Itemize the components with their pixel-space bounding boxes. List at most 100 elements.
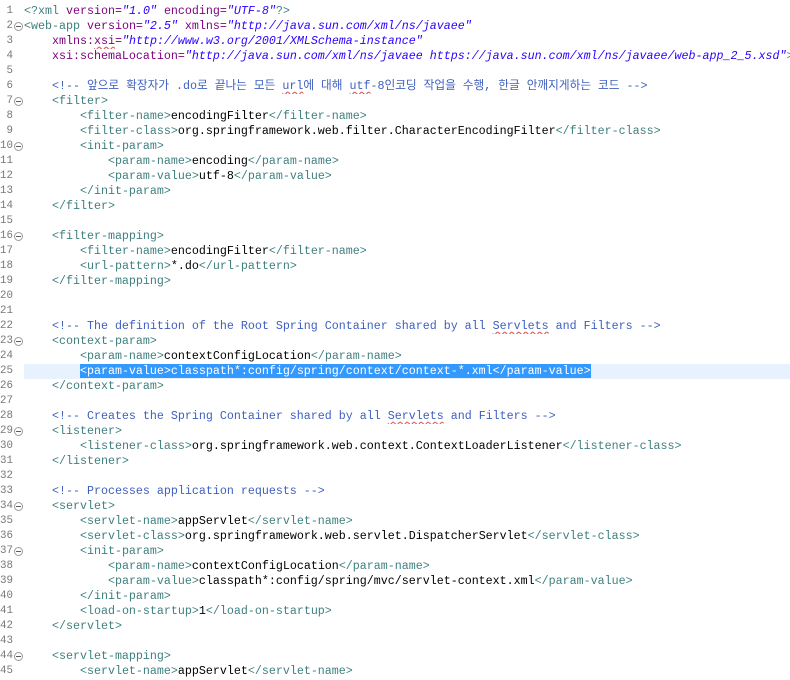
line-text[interactable]: </servlet> bbox=[24, 619, 790, 634]
code-line[interactable]: 21 bbox=[0, 304, 790, 319]
line-text[interactable]: <!-- 앞으로 확장자가 .do로 끝나는 모든 url에 대해 utf-8인… bbox=[24, 79, 790, 94]
code-line[interactable]: 4 xsi:schemaLocation="http://java.sun.co… bbox=[0, 49, 790, 64]
line-text[interactable]: <filter-name>encodingFilter</filter-name… bbox=[24, 244, 790, 259]
code-line[interactable]: 18 <url-pattern>*.do</url-pattern> bbox=[0, 259, 790, 274]
line-text[interactable]: <!-- Creates the Spring Container shared… bbox=[24, 409, 790, 424]
code-line[interactable]: 38 <param-name>contextConfigLocation</pa… bbox=[0, 559, 790, 574]
line-text[interactable]: <init-param> bbox=[24, 139, 790, 154]
code-line[interactable]: 35 <servlet-name>appServlet</servlet-nam… bbox=[0, 514, 790, 529]
code-line[interactable]: 40 </init-param> bbox=[0, 589, 790, 604]
code-line[interactable]: 42 </servlet> bbox=[0, 619, 790, 634]
line-text[interactable] bbox=[24, 394, 790, 409]
code-line[interactable]: 31 </listener> bbox=[0, 454, 790, 469]
line-text[interactable] bbox=[24, 304, 790, 319]
xml-source-editor[interactable]: 1 <?xml version="1.0" encoding="UTF-8"?> 2… bbox=[0, 0, 790, 680]
code-line[interactable]: 41 <load-on-startup>1</load-on-startup> bbox=[0, 604, 790, 619]
line-text[interactable]: <init-param> bbox=[24, 544, 790, 559]
fold-collapse-icon[interactable] bbox=[13, 499, 24, 514]
fold-collapse-icon[interactable] bbox=[13, 139, 24, 154]
code-line[interactable]: 19 </filter-mapping> bbox=[0, 274, 790, 289]
code-line[interactable]: 17 <filter-name>encodingFilter</filter-n… bbox=[0, 244, 790, 259]
line-text[interactable]: <param-name>encoding</param-name> bbox=[24, 154, 790, 169]
code-line[interactable]: 29 <listener> bbox=[0, 424, 790, 439]
code-line[interactable]: 11 <param-name>encoding</param-name> bbox=[0, 154, 790, 169]
code-line[interactable]: 7 <filter> bbox=[0, 94, 790, 109]
line-text[interactable]: <filter-name>encodingFilter</filter-name… bbox=[24, 109, 790, 124]
line-text[interactable]: <filter-class>org.springframework.web.fi… bbox=[24, 124, 790, 139]
code-line[interactable]: 6 <!-- 앞으로 확장자가 .do로 끝나는 모든 url에 대해 utf-… bbox=[0, 79, 790, 94]
code-line[interactable]: 37 <init-param> bbox=[0, 544, 790, 559]
code-line[interactable]: 32 bbox=[0, 469, 790, 484]
line-text[interactable] bbox=[24, 634, 790, 649]
code-line[interactable]: 5 bbox=[0, 64, 790, 79]
line-text[interactable]: <context-param> bbox=[24, 334, 790, 349]
code-line[interactable]: 1 <?xml version="1.0" encoding="UTF-8"?> bbox=[0, 4, 790, 19]
line-text[interactable]: <url-pattern>*.do</url-pattern> bbox=[24, 259, 790, 274]
line-text[interactable]: <!-- The definition of the Root Spring C… bbox=[24, 319, 790, 334]
line-text[interactable]: <param-value>classpath*:config/spring/mv… bbox=[24, 574, 790, 589]
current-code-line[interactable]: 25 <param-value>classpath*:config/spring… bbox=[0, 364, 790, 379]
code-line[interactable]: 3 xmlns:xsi="http://www.w3.org/2001/XMLS… bbox=[0, 34, 790, 49]
code-line[interactable]: 10 <init-param> bbox=[0, 139, 790, 154]
code-line[interactable]: 43 bbox=[0, 634, 790, 649]
code-line[interactable]: 28 <!-- Creates the Spring Container sha… bbox=[0, 409, 790, 424]
line-text[interactable]: </context-param> bbox=[24, 379, 790, 394]
code-line[interactable]: 22 <!-- The definition of the Root Sprin… bbox=[0, 319, 790, 334]
code-line[interactable]: 14 </filter> bbox=[0, 199, 790, 214]
code-line[interactable]: 24 <param-name>contextConfigLocation</pa… bbox=[0, 349, 790, 364]
line-text[interactable]: </init-param> bbox=[24, 184, 790, 199]
code-line[interactable]: 27 bbox=[0, 394, 790, 409]
line-text[interactable]: <param-name>contextConfigLocation</param… bbox=[24, 349, 790, 364]
line-text[interactable] bbox=[24, 214, 790, 229]
fold-collapse-icon[interactable] bbox=[13, 544, 24, 559]
code-line[interactable]: 20 bbox=[0, 289, 790, 304]
line-text[interactable]: <servlet-name>appServlet</servlet-name> bbox=[24, 664, 790, 679]
line-text[interactable]: <param-value>classpath*:config/spring/co… bbox=[24, 364, 790, 379]
line-text[interactable] bbox=[24, 64, 790, 79]
line-text[interactable]: <servlet-class>org.springframework.web.s… bbox=[24, 529, 790, 544]
line-text[interactable]: </filter-mapping> bbox=[24, 274, 790, 289]
fold-collapse-icon[interactable] bbox=[13, 334, 24, 349]
code-line[interactable]: 45 <servlet-name>appServlet</servlet-nam… bbox=[0, 664, 790, 679]
code-line[interactable]: 13 </init-param> bbox=[0, 184, 790, 199]
code-line[interactable]: 2 <web-app version="2.5" xmlns="http://ja… bbox=[0, 19, 790, 34]
line-text[interactable]: <listener> bbox=[24, 424, 790, 439]
line-text[interactable]: <servlet-name>appServlet</servlet-name> bbox=[24, 514, 790, 529]
code-line[interactable]: 12 <param-value>utf-8</param-value> bbox=[0, 169, 790, 184]
line-text[interactable]: <load-on-startup>1</load-on-startup> bbox=[24, 604, 790, 619]
code-line[interactable]: 8 <filter-name>encodingFilter</filter-na… bbox=[0, 109, 790, 124]
fold-collapse-icon[interactable] bbox=[13, 229, 24, 244]
fold-collapse-icon[interactable] bbox=[13, 649, 24, 664]
line-text[interactable]: <param-name>contextConfigLocation</param… bbox=[24, 559, 790, 574]
line-text[interactable]: <param-value>utf-8</param-value> bbox=[24, 169, 790, 184]
code-line[interactable]: 30 <listener-class>org.springframework.w… bbox=[0, 439, 790, 454]
code-line[interactable]: 39 <param-value>classpath*:config/spring… bbox=[0, 574, 790, 589]
line-text[interactable]: </filter> bbox=[24, 199, 790, 214]
line-text[interactable]: <?xml version="1.0" encoding="UTF-8"?> bbox=[24, 4, 790, 19]
fold-collapse-icon[interactable] bbox=[13, 19, 24, 34]
line-text[interactable]: <filter> bbox=[24, 94, 790, 109]
code-line[interactable]: 36 <servlet-class>org.springframework.we… bbox=[0, 529, 790, 544]
line-text[interactable]: <filter-mapping> bbox=[24, 229, 790, 244]
code-line[interactable]: 33 <!-- Processes application requests -… bbox=[0, 484, 790, 499]
line-text[interactable]: </init-param> bbox=[24, 589, 790, 604]
line-text[interactable] bbox=[24, 289, 790, 304]
code-line[interactable]: 9 <filter-class>org.springframework.web.… bbox=[0, 124, 790, 139]
line-text[interactable]: <!-- Processes application requests --> bbox=[24, 484, 790, 499]
line-text[interactable]: <servlet> bbox=[24, 499, 790, 514]
line-text[interactable]: <listener-class>org.springframework.web.… bbox=[24, 439, 790, 454]
line-text[interactable]: <servlet-mapping> bbox=[24, 649, 790, 664]
code-line[interactable]: 16 <filter-mapping> bbox=[0, 229, 790, 244]
code-line[interactable]: 44 <servlet-mapping> bbox=[0, 649, 790, 664]
line-text[interactable] bbox=[24, 469, 790, 484]
code-line[interactable]: 26 </context-param> bbox=[0, 379, 790, 394]
code-line[interactable]: 23 <context-param> bbox=[0, 334, 790, 349]
line-text[interactable]: <web-app version="2.5" xmlns="http://jav… bbox=[24, 19, 790, 34]
code-line[interactable]: 15 bbox=[0, 214, 790, 229]
line-text[interactable]: xmlns:xsi="http://www.w3.org/2001/XMLSch… bbox=[24, 34, 790, 49]
fold-collapse-icon[interactable] bbox=[13, 424, 24, 439]
line-text[interactable]: </listener> bbox=[24, 454, 790, 469]
line-text[interactable]: xsi:schemaLocation="http://java.sun.com/… bbox=[24, 49, 790, 64]
code-line[interactable]: 34 <servlet> bbox=[0, 499, 790, 514]
fold-collapse-icon[interactable] bbox=[13, 94, 24, 109]
